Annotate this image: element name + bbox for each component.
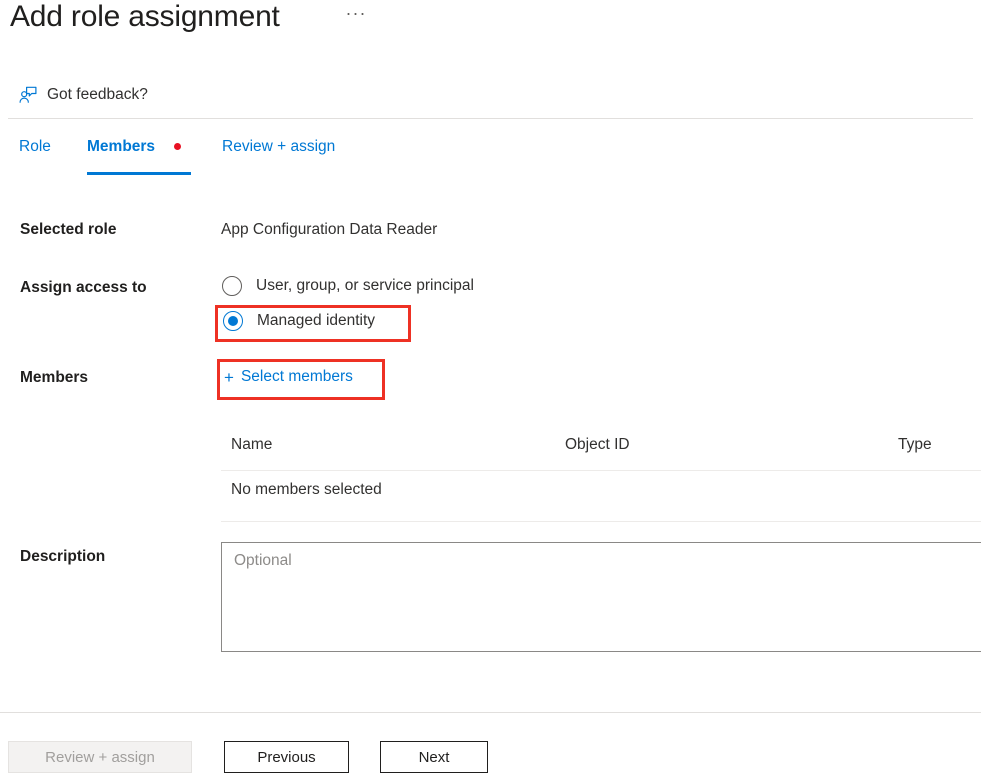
column-header-type: Type bbox=[898, 436, 932, 454]
page-title: Add role assignment bbox=[10, 0, 280, 34]
table-header-divider bbox=[221, 470, 981, 471]
page-header: Add role assignment ··· bbox=[0, 0, 981, 60]
more-options-icon[interactable]: ··· bbox=[343, 3, 369, 27]
radio-user-group-service-principal[interactable]: User, group, or service principal bbox=[222, 276, 474, 296]
members-label: Members bbox=[20, 369, 88, 387]
previous-button[interactable]: Previous bbox=[224, 741, 349, 773]
selected-role-value: App Configuration Data Reader bbox=[221, 221, 437, 239]
radio-user-group-label: User, group, or service principal bbox=[256, 277, 474, 295]
feedback-person-icon bbox=[18, 85, 38, 105]
selected-role-label: Selected role bbox=[20, 221, 117, 239]
footer-divider bbox=[0, 712, 981, 713]
review-assign-button[interactable]: Review + assign bbox=[8, 741, 192, 773]
tab-role[interactable]: Role bbox=[19, 138, 51, 166]
got-feedback-button[interactable]: Got feedback? bbox=[18, 78, 148, 112]
tab-members[interactable]: Members bbox=[87, 138, 155, 166]
next-button[interactable]: Next bbox=[380, 741, 488, 773]
select-members-button[interactable]: + Select members bbox=[224, 368, 353, 386]
tab-members-badge-dot bbox=[174, 143, 181, 150]
members-table: Name Object ID Type bbox=[221, 432, 981, 470]
column-header-object-id: Object ID bbox=[565, 436, 630, 454]
command-bar: Got feedback? bbox=[0, 78, 981, 118]
radio-managed-identity[interactable]: Managed identity bbox=[223, 311, 375, 331]
tab-review-assign[interactable]: Review + assign bbox=[222, 138, 335, 166]
column-header-name: Name bbox=[231, 436, 272, 454]
select-members-label: Select members bbox=[241, 368, 353, 386]
radio-checked-icon bbox=[223, 311, 243, 331]
radio-managed-identity-label: Managed identity bbox=[257, 312, 375, 330]
header-divider bbox=[8, 118, 973, 119]
description-label: Description bbox=[20, 548, 105, 566]
assign-access-to-label: Assign access to bbox=[20, 279, 147, 297]
plus-icon: + bbox=[224, 369, 234, 386]
table-row-divider bbox=[221, 521, 981, 522]
table-empty-message: No members selected bbox=[231, 481, 382, 499]
tab-selected-indicator bbox=[87, 172, 191, 175]
radio-unchecked-icon bbox=[222, 276, 242, 296]
table-header-row: Name Object ID Type bbox=[221, 432, 981, 470]
got-feedback-label: Got feedback? bbox=[47, 86, 148, 104]
description-input[interactable] bbox=[221, 542, 981, 652]
